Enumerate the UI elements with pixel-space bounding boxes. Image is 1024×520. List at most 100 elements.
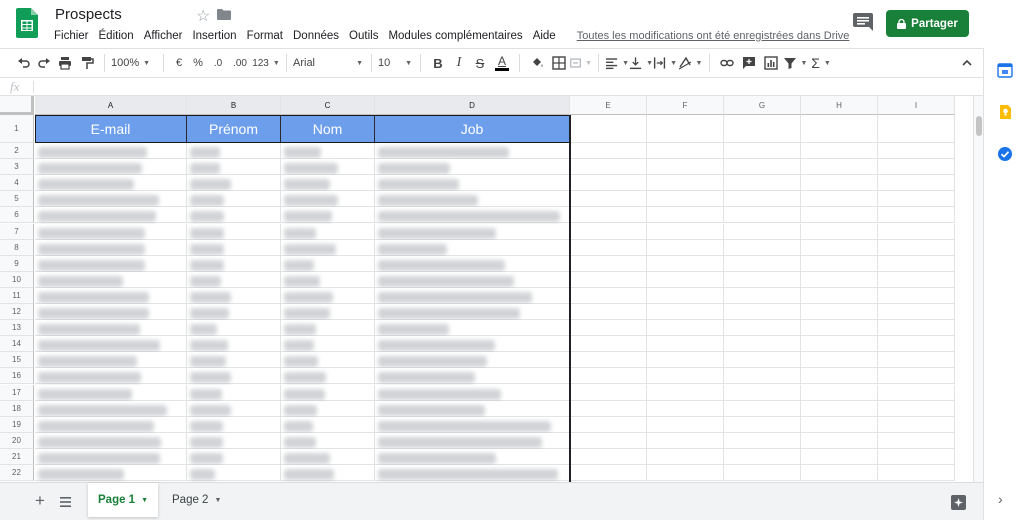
column-header-h[interactable]: H [801, 96, 878, 115]
insert-link-icon[interactable] [716, 52, 738, 74]
grid-cell[interactable] [878, 384, 955, 401]
grid-cell[interactable] [878, 448, 955, 465]
grid-cell[interactable] [570, 448, 647, 465]
grid-cell[interactable] [647, 175, 724, 192]
grid-cell[interactable] [187, 239, 281, 256]
grid-cell[interactable] [187, 191, 281, 208]
grid-cell[interactable] [187, 352, 281, 369]
grid-cell[interactable] [187, 255, 281, 272]
grid-cell[interactable] [281, 384, 375, 401]
grid-cell[interactable] [35, 287, 187, 304]
row-header-22[interactable]: 22 [0, 465, 34, 482]
grid-cell[interactable] [187, 207, 281, 224]
header-cell[interactable]: E-mail [35, 115, 187, 143]
insert-comment-icon[interactable] [738, 52, 760, 74]
row-header-15[interactable]: 15 [0, 352, 34, 369]
grid-cell[interactable] [187, 416, 281, 433]
row-header-6[interactable]: 6 [0, 207, 34, 224]
grid-cell[interactable] [375, 271, 570, 288]
menu-format[interactable]: Format [242, 30, 288, 42]
grid-cell[interactable] [878, 320, 955, 337]
grid-cell[interactable] [35, 223, 187, 240]
print-icon[interactable] [54, 52, 76, 74]
grid-cell[interactable] [570, 336, 647, 353]
grid-cell[interactable] [281, 368, 375, 385]
folder-icon[interactable] [217, 9, 231, 20]
grid-cell[interactable] [570, 304, 647, 321]
grid-cell[interactable] [35, 336, 187, 353]
sheet-tab-page-2[interactable]: Page 2 ▼ [162, 483, 231, 517]
sheet-tab-page-1[interactable]: Page 1 ▼ [88, 483, 159, 517]
grid-cell[interactable] [281, 432, 375, 449]
grid-cell[interactable] [375, 352, 570, 369]
menu-addons[interactable]: Modules complémentaires [383, 30, 527, 42]
grid-cell[interactable] [375, 223, 570, 240]
sheets-logo-icon[interactable] [16, 8, 38, 38]
grid-cell[interactable] [724, 255, 801, 272]
grid-cell[interactable] [35, 368, 187, 385]
grid-cell[interactable] [35, 143, 187, 160]
grid-cell[interactable] [35, 207, 187, 224]
grid-cell[interactable] [570, 223, 647, 240]
font-select[interactable]: Arial ▼ [293, 52, 365, 74]
column-header-i[interactable]: I [878, 96, 955, 115]
menu-data[interactable]: Données [288, 30, 344, 42]
text-color-button[interactable]: A [491, 52, 513, 74]
grid-cell[interactable] [801, 207, 878, 224]
grid-cell[interactable] [375, 432, 570, 449]
grid-cell[interactable] [647, 352, 724, 369]
grid-cell[interactable] [281, 223, 375, 240]
column-header-d[interactable]: D [375, 96, 570, 115]
grid-cell[interactable] [187, 400, 281, 417]
filter-icon[interactable]: ▼ [782, 52, 808, 74]
grid-cell[interactable] [35, 448, 187, 465]
grid-cell[interactable] [187, 336, 281, 353]
grid-cell[interactable] [801, 175, 878, 192]
grid-cell[interactable] [878, 432, 955, 449]
grid-cell[interactable] [647, 143, 724, 160]
menu-view[interactable]: Afficher [139, 30, 188, 42]
explore-icon[interactable] [951, 495, 966, 510]
row-header-20[interactable]: 20 [0, 432, 34, 449]
grid-cell[interactable] [878, 271, 955, 288]
grid-cell[interactable] [375, 320, 570, 337]
select-all-corner[interactable] [0, 96, 34, 115]
grid-cell[interactable] [801, 320, 878, 337]
grid-cell[interactable] [281, 448, 375, 465]
row-header-9[interactable]: 9 [0, 255, 34, 272]
grid-cell[interactable] [375, 159, 570, 176]
grid-cell[interactable] [724, 368, 801, 385]
grid-cell[interactable] [801, 304, 878, 321]
header-cell[interactable]: Job [375, 115, 570, 143]
grid-cell[interactable] [878, 255, 955, 272]
font-size-select[interactable]: 10 ▼ [378, 52, 414, 74]
grid-cell[interactable] [801, 271, 878, 288]
header-cell[interactable]: Nom [281, 115, 375, 143]
row-header-8[interactable]: 8 [0, 239, 34, 256]
grid-cell[interactable] [878, 191, 955, 208]
star-icon[interactable]: ☆ [196, 6, 210, 26]
grid-cell[interactable] [35, 400, 187, 417]
grid-cell[interactable] [878, 115, 955, 143]
grid-cell[interactable] [724, 223, 801, 240]
italic-button[interactable]: I [449, 52, 469, 74]
chevron-right-icon[interactable]: › [998, 491, 1003, 507]
grid-cell[interactable] [647, 191, 724, 208]
row-header-12[interactable]: 12 [0, 304, 34, 321]
grid-cell[interactable] [570, 175, 647, 192]
grid-cell[interactable] [187, 320, 281, 337]
grid-cell[interactable] [375, 239, 570, 256]
grid-cell[interactable] [187, 448, 281, 465]
grid-cell[interactable] [647, 368, 724, 385]
grid-cell[interactable] [801, 432, 878, 449]
grid-cell[interactable] [281, 416, 375, 433]
grid-cell[interactable] [375, 255, 570, 272]
grid-cell[interactable] [187, 143, 281, 160]
more-formats-select[interactable]: 123 ▼ [252, 52, 280, 74]
grid-cell[interactable] [801, 223, 878, 240]
collapse-toolbar-icon[interactable] [958, 52, 976, 74]
grid-cell[interactable] [647, 239, 724, 256]
row-header-16[interactable]: 16 [0, 368, 34, 385]
grid-cell[interactable] [724, 465, 801, 482]
row-header-1[interactable]: 1 [0, 115, 34, 143]
